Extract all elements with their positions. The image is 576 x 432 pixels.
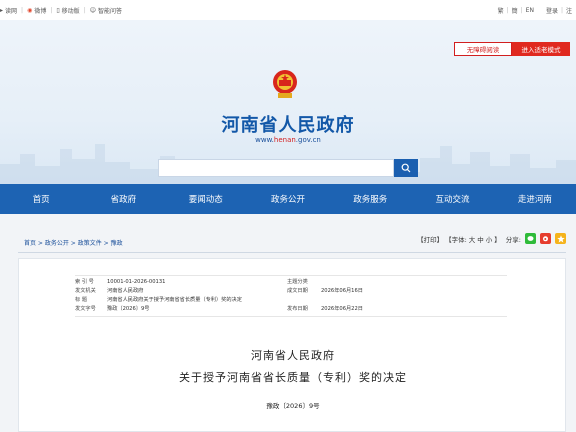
nav-government[interactable]: 省政府	[82, 184, 164, 214]
meta-value: 2026年06月16日	[321, 288, 363, 294]
font-size-close: 】	[494, 235, 501, 244]
search-input[interactable]	[158, 159, 394, 177]
document-panel: 索 引 号 10001-01-2026-00131 主题分类 发文机关 河南省人…	[18, 258, 566, 432]
lang-traditional-link[interactable]: 簡	[512, 6, 518, 15]
separator: |	[83, 7, 86, 14]
breadcrumb: 首页 > 政务公开 > 政策文件 > 豫政	[24, 238, 123, 247]
document-number: 豫政〔2026〕9号	[266, 402, 320, 410]
share-label: 分享:	[505, 235, 521, 244]
divider	[18, 252, 566, 253]
nav-services[interactable]: 政务服务	[329, 184, 411, 214]
wechat-icon	[527, 236, 534, 241]
lang-simplified-link[interactable]: 繁	[498, 6, 504, 15]
search-button[interactable]	[394, 159, 418, 177]
site-title: 河南省人民政府	[221, 115, 355, 136]
weibo-link[interactable]: ◉ 微博	[27, 6, 46, 15]
font-medium-button[interactable]: 中	[477, 234, 484, 244]
qa-link[interactable]: ☺ 智能问答	[90, 6, 122, 15]
page-tools: 【打印】 【字体: 大 中 小 】 分享:	[417, 233, 566, 244]
register-link[interactable]: 注	[566, 6, 572, 15]
elder-mode-button[interactable]: 进入适老模式	[512, 42, 570, 56]
meta-value: 10001-01-2026-00131	[107, 278, 166, 285]
breadcrumb-separator: >	[101, 240, 111, 247]
weibo-icon: ◉	[27, 7, 33, 14]
meta-key: 发文字号	[75, 306, 96, 312]
meta-value: 豫政〔2026〕9号	[107, 306, 150, 312]
breadcrumb-home[interactable]: 首页	[24, 240, 36, 247]
separator: |	[560, 7, 563, 14]
lang-login: 繁 | 簡 | EN 登录 | 注	[498, 6, 572, 15]
meta-value: 河南省人民政府	[107, 288, 144, 294]
metadata-row: 索 引 号 10001-01-2026-00131 主题分类	[75, 277, 455, 286]
barrier-free-button[interactable]: 无障碍阅读	[454, 42, 512, 56]
separator: |	[506, 7, 509, 14]
print-button[interactable]: 【打印】	[417, 234, 443, 244]
login-link[interactable]: 登录	[546, 6, 558, 15]
meta-value: 河南省人民政府关于授予河南省省长质量（专利）奖的决定	[107, 297, 242, 303]
accessibility-buttons: 无障碍阅读 进入适老模式	[454, 42, 570, 56]
share-wechat-button[interactable]	[525, 233, 536, 244]
nav-news[interactable]: 要闻动态	[165, 184, 247, 214]
read-aloud-link[interactable]: ▸ 读网	[0, 6, 17, 15]
url-suffix: .gov.cn	[295, 136, 321, 144]
top-utility-bar: ▸ 读网 | ◉ 微博 | ▯ 移动版 | ☺ 智能问答 繁 | 簡 | EN …	[0, 0, 576, 20]
national-emblem-icon	[273, 70, 297, 98]
font-small-button[interactable]: 小	[486, 234, 493, 244]
nav-interaction[interactable]: 互动交流	[411, 184, 493, 214]
breadcrumb-separator: >	[36, 240, 45, 247]
robot-icon: ☺	[89, 7, 96, 14]
search-icon	[401, 163, 411, 173]
share-qzone-button[interactable]	[555, 233, 566, 244]
meta-key: 成文日期	[287, 288, 308, 294]
breadcrumb-separator: >	[68, 240, 78, 247]
share-weibo-button[interactable]	[540, 233, 551, 244]
utility-links: ▸ 读网 | ◉ 微博 | ▯ 移动版 | ☺ 智能问答	[0, 6, 122, 15]
meta-key: 发布日期	[287, 306, 308, 312]
weibo-icon	[543, 236, 548, 242]
site-url: www.henan.gov.cn	[0, 136, 576, 144]
meta-key: 主题分类	[287, 279, 308, 285]
content-area: 首页 > 政务公开 > 政策文件 > 豫政 【打印】 【字体: 大 中 小 】 …	[0, 214, 576, 432]
url-highlight: henan	[273, 136, 296, 144]
font-large-button[interactable]: 大	[469, 234, 476, 244]
document-title: 关于授予河南省省长质量（专利）奖的决定	[179, 371, 407, 384]
star-icon	[556, 234, 565, 242]
separator: |	[520, 7, 523, 14]
font-size-label: 【字体:	[445, 235, 467, 244]
metadata-row: 发文机关 河南省人民政府 成文日期 2026年06月16日	[75, 286, 455, 295]
meta-key: 发文机关	[75, 288, 96, 294]
main-nav: 首页 省政府 要闻动态 政务公开 政务服务 互动交流 走进河南	[0, 184, 576, 214]
lang-english-link[interactable]: EN	[526, 7, 534, 14]
url-prefix: www.	[255, 136, 274, 144]
separator: |	[50, 7, 53, 14]
breadcrumb-current[interactable]: 豫政	[111, 240, 123, 247]
document-issuer: 河南省人民政府	[251, 349, 335, 362]
document-metadata: 索 引 号 10001-01-2026-00131 主题分类 发文机关 河南省人…	[75, 277, 455, 313]
meta-value: 2026年06月22日	[321, 306, 363, 312]
separator: |	[21, 7, 24, 14]
mobile-icon: ▯	[56, 7, 60, 14]
speaker-icon: ▸	[0, 7, 4, 14]
nav-about-henan[interactable]: 走进河南	[494, 184, 576, 214]
breadcrumb-open-government[interactable]: 政务公开	[45, 240, 69, 247]
metadata-row: 发文字号 豫政〔2026〕9号 发布日期 2026年06月22日	[75, 304, 455, 313]
metadata-row: 标 题 河南省人民政府关于授予河南省省长质量（专利）奖的决定	[75, 295, 455, 304]
header-banner: 无障碍阅读 进入适老模式 河南省人民政府 www.henan.gov.cn	[0, 20, 576, 184]
meta-key: 标 题	[75, 297, 88, 303]
nav-open-government[interactable]: 政务公开	[247, 184, 329, 214]
mobile-link[interactable]: ▯ 移动版	[56, 6, 79, 15]
breadcrumb-policy-docs[interactable]: 政策文件	[78, 240, 102, 247]
nav-home[interactable]: 首页	[0, 184, 82, 214]
meta-key: 索 引 号	[75, 279, 94, 285]
